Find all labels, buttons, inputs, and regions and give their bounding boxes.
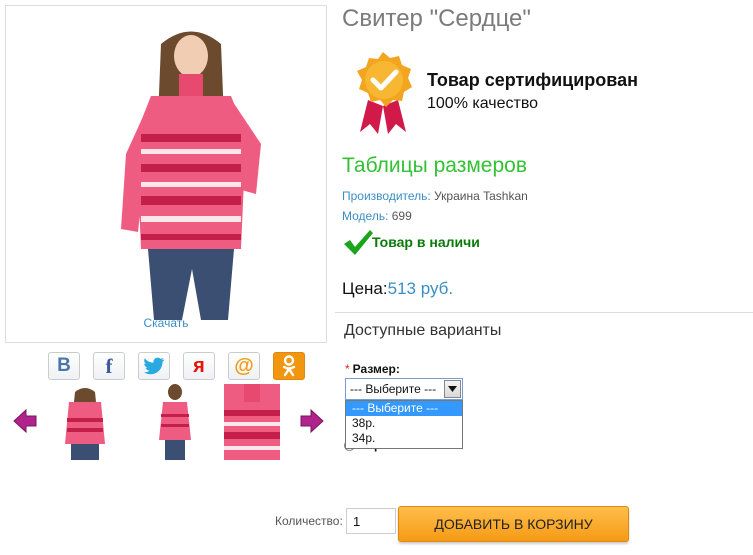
thumbnail-carousel <box>12 384 327 462</box>
main-product-image[interactable]: Скачать <box>5 5 327 343</box>
price-value: 513 руб. <box>387 279 454 298</box>
stock-status: Товар в наличи <box>342 228 480 256</box>
vk-share-button[interactable]: В <box>48 352 80 380</box>
checkmark-icon <box>344 230 373 255</box>
facebook-icon: f <box>105 353 113 378</box>
size-select-value: --- Выберите --- <box>350 382 437 396</box>
mail-share-button[interactable]: @ <box>228 352 260 380</box>
twitter-icon <box>144 357 165 375</box>
mail-icon: @ <box>234 354 254 377</box>
product-title: Свитер "Сердце" <box>342 5 531 32</box>
add-to-cart-button[interactable]: ДОБАВИТЬ В КОРЗИНУ <box>398 506 629 542</box>
certificate-title: Товар сертифицирован <box>427 70 638 90</box>
thumbnail-2[interactable] <box>147 384 203 460</box>
size-select[interactable]: --- Выберите --- <box>345 378 463 400</box>
certificate-subtitle: 100% качество <box>427 95 539 112</box>
thumbnail-1[interactable] <box>57 384 113 460</box>
divider <box>335 312 753 313</box>
manufacturer-value: Украина Tashkan <box>430 189 528 203</box>
size-option[interactable]: 38р. <box>346 416 462 431</box>
download-link[interactable]: Скачать <box>6 316 326 330</box>
dropdown-button[interactable] <box>444 380 461 398</box>
model-label: Модель: <box>342 209 389 223</box>
thumbnail-photo <box>159 384 191 460</box>
odnoklassniki-share-button[interactable] <box>273 352 305 380</box>
size-option-label: * Размер: <box>345 362 400 376</box>
certificate-badge-icon <box>357 52 412 134</box>
size-option[interactable]: 34р. <box>346 431 462 446</box>
required-mark: * <box>345 362 350 376</box>
social-share-row: В f я @ <box>48 352 305 380</box>
yandex-share-button[interactable]: я <box>183 352 215 380</box>
odnoklassniki-icon <box>282 355 296 377</box>
yandex-icon: я <box>193 354 205 377</box>
size-dropdown-list: --- Выберите --- 38р. 34р. <box>345 400 463 449</box>
price-label: Цена: <box>342 279 388 298</box>
twitter-share-button[interactable] <box>138 352 170 380</box>
thumbnail-photo <box>224 384 280 460</box>
size-option[interactable]: --- Выберите --- <box>346 401 462 416</box>
model-line: Модель: 699 <box>342 209 412 223</box>
product-photo <box>121 31 261 320</box>
model-value: 699 <box>388 209 412 223</box>
arrow-left-icon[interactable] <box>12 408 38 434</box>
manufacturer-label[interactable]: Производитель: <box>342 189 431 203</box>
certificate-block: Товар сертифицирован 100% качество <box>350 50 750 140</box>
vk-icon: В <box>57 355 71 376</box>
variants-title: Доступные варианты <box>344 322 502 339</box>
thumbnail-3[interactable] <box>224 384 280 460</box>
thumbnail-photo <box>65 388 105 460</box>
size-label-text: Размер: <box>352 362 400 376</box>
stock-status-text: Товар в наличи <box>372 234 480 250</box>
quantity-label: Количество: <box>275 514 343 528</box>
chevron-down-icon <box>448 386 457 392</box>
size-tables-link[interactable]: Таблицы размеров <box>342 154 527 178</box>
price-line: Цена:513 руб. <box>342 279 453 299</box>
quantity-input[interactable] <box>346 508 396 534</box>
facebook-share-button[interactable]: f <box>93 352 125 380</box>
manufacturer-line: Производитель: Украина Tashkan <box>342 189 528 203</box>
arrow-right-icon[interactable] <box>299 408 325 434</box>
